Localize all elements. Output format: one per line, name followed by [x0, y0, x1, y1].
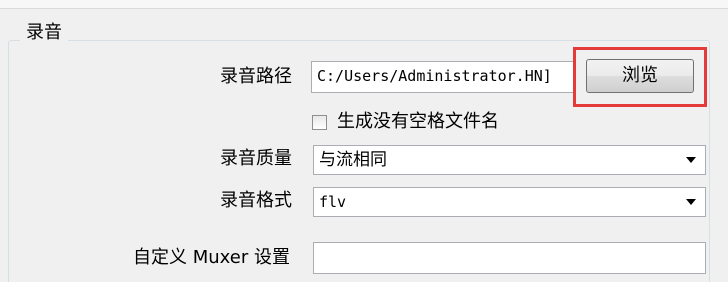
recording-format-label: 录音格式	[220, 190, 292, 211]
top-strip	[0, 0, 728, 9]
custom-muxer-input[interactable]	[313, 242, 706, 274]
recording-path-label: 录音路径	[220, 66, 292, 87]
group-title: 录音	[20, 20, 68, 46]
recording-quality-value: 与流相同	[319, 150, 387, 170]
browse-button[interactable]: 浏览	[586, 59, 694, 93]
no-space-filename-label: 生成没有空格文件名	[337, 111, 499, 132]
recording-path-input[interactable]: C:/Users/Administrator.HN]	[311, 61, 574, 93]
recording-format-value: flv	[319, 193, 347, 211]
dropdown-arrow-icon[interactable]	[686, 157, 696, 163]
no-space-filename-row[interactable]: 生成没有空格文件名	[312, 107, 499, 137]
dropdown-arrow-icon[interactable]	[686, 199, 696, 205]
recording-settings-panel: 录音 录音路径 C:/Users/Administrator.HN] 浏览 生成…	[0, 0, 728, 282]
recording-quality-select[interactable]: 与流相同	[313, 145, 706, 175]
no-space-filename-checkbox[interactable]	[312, 114, 327, 130]
recording-quality-label: 录音质量	[220, 148, 292, 169]
recording-format-select[interactable]: flv	[313, 187, 706, 217]
custom-muxer-label: 自定义 Muxer 设置	[133, 247, 290, 268]
